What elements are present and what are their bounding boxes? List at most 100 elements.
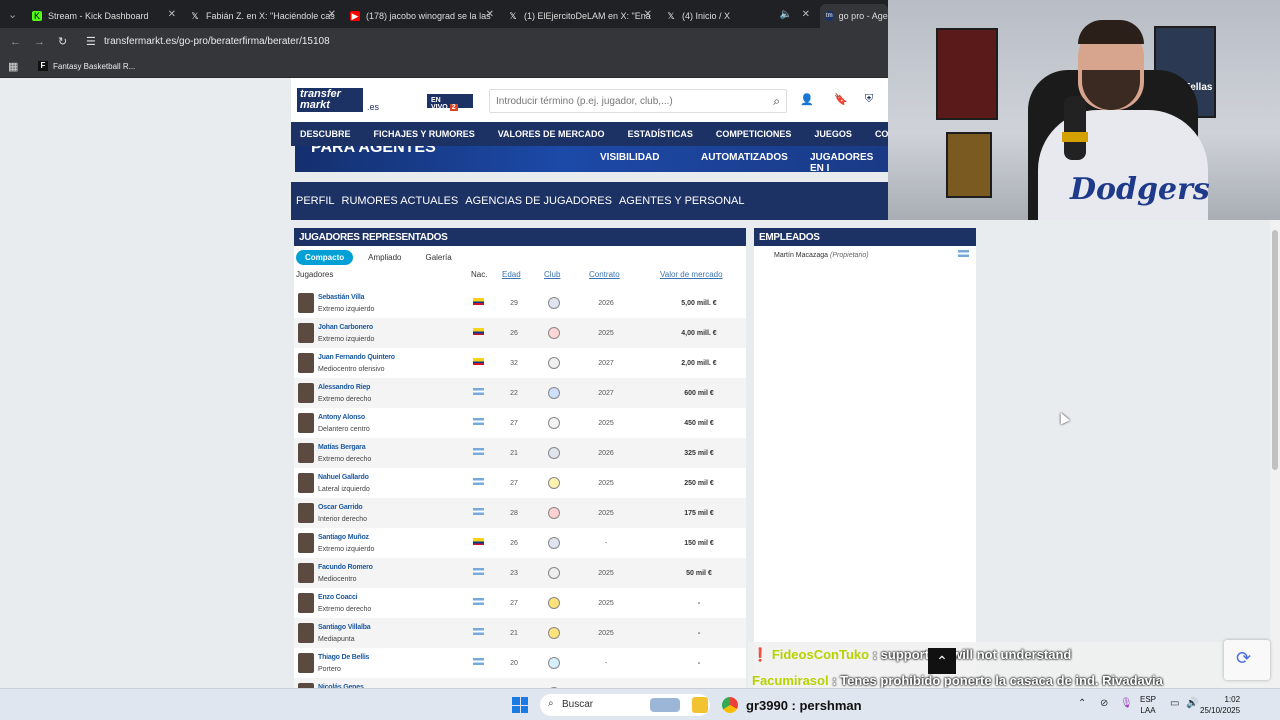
tab-kick[interactable]: K Stream - Kick Dashboard ✕ bbox=[26, 4, 180, 28]
apps-icon[interactable]: ▦ bbox=[8, 60, 18, 73]
bookmark-fantasy[interactable]: Fantasy Basketball R... bbox=[53, 62, 135, 71]
player-name[interactable]: Facundo Romero bbox=[318, 564, 373, 571]
club-crest-icon[interactable] bbox=[548, 657, 560, 669]
player-market-value[interactable]: 325 mil € bbox=[654, 450, 744, 457]
tray-chevron-icon[interactable]: ⌃ bbox=[1078, 698, 1086, 709]
view-galeria[interactable]: Galería bbox=[416, 250, 460, 265]
tab-x-inicio[interactable]: 𝕏 (4) Inicio / X 🔈 ✕ bbox=[660, 4, 814, 28]
close-icon[interactable]: ✕ bbox=[168, 9, 176, 20]
language-indicator[interactable]: ESP LAA bbox=[1140, 694, 1156, 716]
player-avatar[interactable] bbox=[298, 383, 314, 403]
search-input[interactable]: Introducir término (p.ej. jugador, club,… bbox=[489, 89, 787, 113]
page-scrollbar[interactable] bbox=[1270, 220, 1280, 688]
tab-x-fabian[interactable]: 𝕏 Fabián Z. en X: "Haciéndole cas ✕ bbox=[184, 4, 340, 28]
player-avatar[interactable] bbox=[298, 653, 314, 673]
player-market-value[interactable]: 2,00 mill. € bbox=[654, 360, 744, 367]
club-crest-icon[interactable] bbox=[548, 327, 560, 339]
player-market-value[interactable]: 4,00 mill. € bbox=[654, 330, 744, 337]
scrollbar-thumb[interactable] bbox=[1272, 230, 1278, 470]
player-market-value[interactable]: 450 mil € bbox=[654, 420, 744, 427]
nav-competiciones[interactable]: COMPETICIONES bbox=[716, 129, 792, 139]
player-market-value[interactable]: 50 mil € bbox=[654, 570, 744, 577]
back-icon[interactable]: ← bbox=[10, 36, 21, 48]
tab-agentes[interactable]: AGENTES Y PERSONAL bbox=[619, 195, 745, 207]
view-ampliado[interactable]: Ampliado bbox=[359, 250, 410, 265]
player-avatar[interactable] bbox=[298, 593, 314, 613]
recaptcha-badge[interactable]: ⟳ bbox=[1224, 640, 1270, 680]
close-icon[interactable]: ✕ bbox=[644, 9, 652, 20]
tab-agencias[interactable]: AGENCIAS DE JUGADORES bbox=[465, 195, 612, 207]
system-clock[interactable]: 1:02 25/10/2025 bbox=[1200, 694, 1240, 716]
nav-fichajes[interactable]: FICHAJES Y RUMORES bbox=[374, 129, 475, 139]
player-avatar[interactable] bbox=[298, 413, 314, 433]
player-market-value[interactable]: 175 mil € bbox=[654, 510, 744, 517]
tab-perfil[interactable]: PERFIL bbox=[296, 195, 335, 207]
club-crest-icon[interactable] bbox=[548, 567, 560, 579]
player-name[interactable]: Nahuel Gallardo bbox=[318, 474, 369, 481]
player-market-value[interactable]: 250 mil € bbox=[654, 480, 744, 487]
player-market-value[interactable]: - bbox=[654, 600, 744, 607]
club-crest-icon[interactable] bbox=[548, 477, 560, 489]
url-field[interactable]: transfermarkt.es/go-pro/beraterfirma/ber… bbox=[104, 36, 330, 47]
player-avatar[interactable] bbox=[298, 293, 314, 313]
mic-tray-icon[interactable]: 🎙 bbox=[1120, 698, 1133, 709]
player-market-value[interactable]: - bbox=[654, 660, 744, 667]
network-icon[interactable]: ⊘ bbox=[1100, 698, 1108, 709]
player-avatar[interactable] bbox=[298, 353, 314, 373]
club-crest-icon[interactable] bbox=[548, 627, 560, 639]
player-name[interactable]: Oscar Garrido bbox=[318, 504, 363, 511]
scroll-top-button[interactable]: ⌃ bbox=[928, 648, 956, 674]
close-icon[interactable]: ✕ bbox=[486, 9, 494, 20]
player-name[interactable]: Johan Carbonero bbox=[318, 324, 373, 331]
search-icon[interactable]: ⌕ bbox=[773, 94, 780, 109]
staff-name[interactable]: Martín Macazaga bbox=[774, 252, 828, 259]
player-avatar[interactable] bbox=[298, 473, 314, 493]
player-name[interactable]: Santiago Villalba bbox=[318, 624, 371, 631]
tab-x-ejercito[interactable]: 𝕏 (1) ElEjercitoDeLAM en X: "Ena ✕ bbox=[502, 4, 656, 28]
nav-valores[interactable]: VALORES DE MERCADO bbox=[498, 129, 605, 139]
player-market-value[interactable]: 600 mil € bbox=[654, 390, 744, 397]
chrome-icon[interactable] bbox=[722, 697, 738, 713]
site-info-icon[interactable]: ☰ bbox=[86, 35, 96, 48]
club-crest-icon[interactable] bbox=[548, 297, 560, 309]
player-name[interactable]: Antony Alonso bbox=[318, 414, 365, 421]
tab-youtube[interactable]: ▶ (178) jacobo winograd se la las ✕ bbox=[344, 4, 498, 28]
player-avatar[interactable] bbox=[298, 623, 314, 643]
player-name[interactable]: Juan Fernando Quintero bbox=[318, 354, 395, 361]
club-crest-icon[interactable] bbox=[548, 537, 560, 549]
nav-juegos[interactable]: JUEGOS bbox=[814, 129, 852, 139]
nav-co[interactable]: CO bbox=[875, 129, 888, 139]
view-compacto[interactable]: Compacto bbox=[296, 250, 354, 265]
player-name[interactable]: Alessandro Riep bbox=[318, 384, 370, 391]
player-name[interactable]: Sebastián Villa bbox=[318, 294, 364, 301]
tab-search-icon[interactable]: ⌄ bbox=[8, 8, 17, 21]
user-search-icon[interactable]: 👤 bbox=[799, 93, 815, 109]
nav-estadisticas[interactable]: ESTADÍSTICAS bbox=[628, 129, 693, 139]
player-name[interactable]: Enzo Coacci bbox=[318, 594, 358, 601]
club-crest-icon[interactable] bbox=[548, 507, 560, 519]
club-crest-icon[interactable] bbox=[548, 357, 560, 369]
tab-rumores[interactable]: RUMORES ACTUALES bbox=[342, 195, 459, 207]
col-value[interactable]: Valor de mercado bbox=[660, 270, 723, 279]
player-market-value[interactable]: 5,00 mill. € bbox=[654, 300, 744, 307]
club-crest-icon[interactable] bbox=[548, 447, 560, 459]
tab-gopro[interactable]: tm go pro - Agen bbox=[820, 4, 888, 28]
close-icon[interactable]: ✕ bbox=[328, 9, 336, 20]
player-avatar[interactable] bbox=[298, 443, 314, 463]
player-avatar[interactable] bbox=[298, 533, 314, 553]
club-crest-icon[interactable] bbox=[548, 417, 560, 429]
player-name[interactable]: Santiago Muñoz bbox=[318, 534, 369, 541]
file-explorer-icon[interactable] bbox=[692, 697, 708, 713]
club-crest-icon[interactable] bbox=[548, 387, 560, 399]
player-avatar[interactable] bbox=[298, 563, 314, 583]
player-name[interactable]: Thiago De Bellis bbox=[318, 654, 369, 661]
promo-banner[interactable]: PARA AGENTES VISIBILIDAD AUTOMATIZADOS J… bbox=[295, 146, 888, 172]
close-icon[interactable]: ✕ bbox=[802, 9, 810, 20]
shield-icon[interactable]: ⛨ bbox=[861, 93, 877, 109]
player-avatar[interactable] bbox=[298, 323, 314, 343]
player-name[interactable]: Matías Bergara bbox=[318, 444, 366, 451]
col-club[interactable]: Club bbox=[544, 270, 560, 279]
bookmark-icon[interactable]: 🔖 bbox=[833, 93, 849, 109]
player-market-value[interactable]: - bbox=[654, 630, 744, 637]
club-crest-icon[interactable] bbox=[548, 597, 560, 609]
